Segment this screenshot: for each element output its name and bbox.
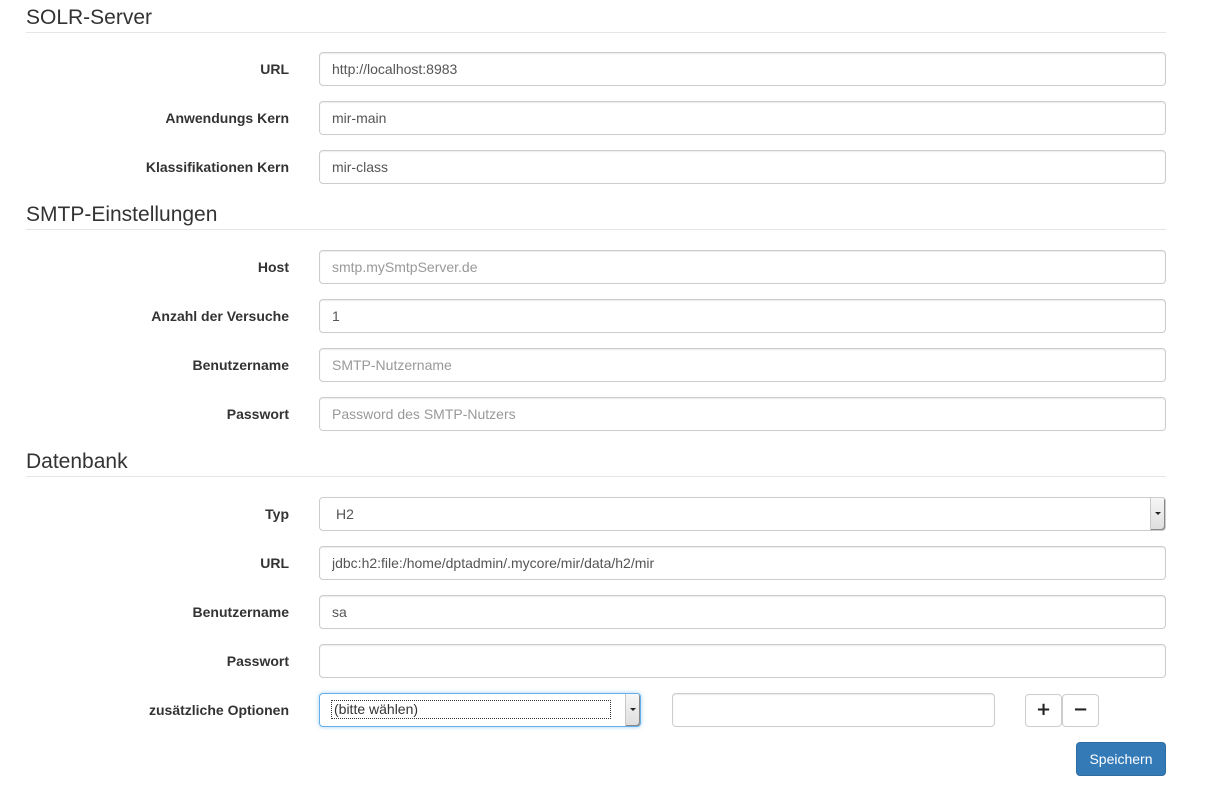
db-url-input[interactable]: [319, 546, 1166, 580]
db-user-label: Benutzername: [192, 604, 289, 620]
section-title-database: Datenbank: [26, 450, 1166, 477]
solr-url-label: URL: [260, 61, 289, 77]
smtp-pass-label: Passwort: [226, 406, 289, 422]
chevron-down-icon[interactable]: [625, 694, 640, 726]
db-type-label: Typ: [265, 506, 289, 522]
db-options-label: zusätzliche Optionen: [148, 702, 289, 718]
smtp-user-label: Benutzername: [192, 357, 289, 373]
solr-url-input[interactable]: [319, 52, 1166, 86]
chevron-down-icon[interactable]: [1150, 498, 1165, 530]
db-type-select[interactable]: H2: [319, 497, 1166, 531]
db-options-select[interactable]: (bitte wählen): [319, 693, 641, 727]
smtp-host-label: Host: [257, 259, 289, 275]
solr-class-core-input[interactable]: [319, 150, 1166, 184]
minus-icon: −: [1072, 699, 1089, 720]
section-title-smtp: SMTP-Einstellungen: [26, 203, 1166, 230]
save-button[interactable]: Speichern: [1076, 742, 1166, 776]
plus-icon: +: [1035, 699, 1052, 720]
smtp-tries-label: Anzahl der Versuche: [151, 308, 289, 324]
db-pass-label: Passwort: [226, 653, 289, 669]
section-title-solr: SOLR-Server: [26, 6, 1166, 33]
db-user-input[interactable]: [319, 595, 1166, 629]
remove-option-button[interactable]: −: [1062, 694, 1099, 727]
smtp-host-input[interactable]: [319, 250, 1166, 284]
solr-core-label: Anwendungs Kern: [165, 110, 289, 126]
db-url-label: URL: [260, 555, 289, 571]
smtp-user-input[interactable]: [319, 348, 1166, 382]
db-type-selected: H2: [336, 506, 354, 522]
solr-core-input[interactable]: [319, 101, 1166, 135]
smtp-tries-input[interactable]: [319, 299, 1166, 333]
add-option-button[interactable]: +: [1025, 694, 1062, 727]
db-options-selected: (bitte wählen): [331, 700, 611, 719]
smtp-pass-input[interactable]: [319, 397, 1166, 431]
db-option-value-input[interactable]: [672, 693, 995, 727]
db-pass-input[interactable]: [319, 644, 1166, 678]
setup-form: SOLR-Server URL Anwendungs Kern Klassifi…: [0, 0, 1212, 795]
solr-class-core-label: Klassifikationen Kern: [145, 159, 289, 175]
